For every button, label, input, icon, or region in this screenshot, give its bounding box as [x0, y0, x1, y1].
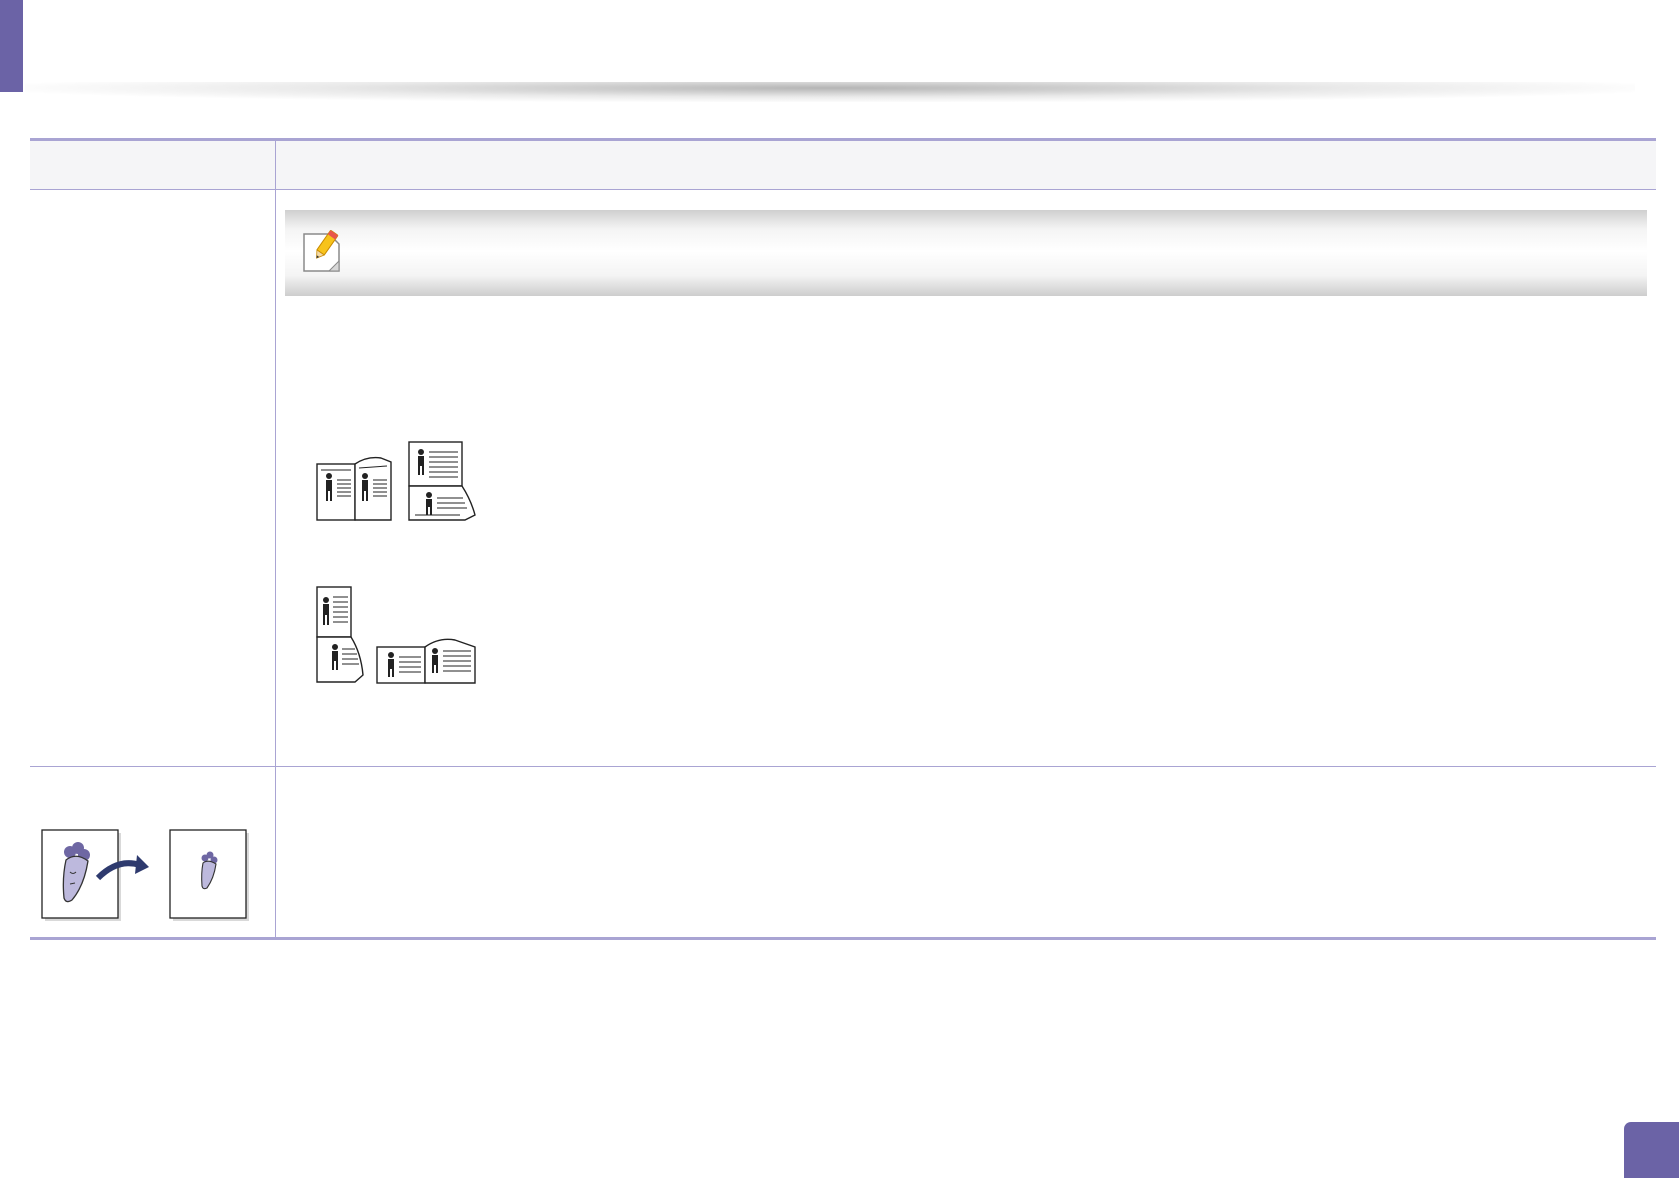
short-edge-flip-figure — [316, 586, 364, 683]
reduce-enlarge-icon — [41, 829, 249, 921]
note-box — [285, 210, 1647, 296]
page-number-badge — [1624, 1122, 1679, 1178]
table-column-divider — [275, 141, 276, 938]
note-pencil-icon — [303, 230, 340, 272]
chapter-tab — [0, 0, 23, 92]
table-header-row — [30, 141, 1656, 189]
double-sided-long-edge-icon — [316, 441, 476, 521]
header-divider — [25, 82, 1635, 102]
table-row-divider — [30, 766, 1656, 767]
short-edge-booklet-figure — [376, 638, 476, 684]
double-sided-short-edge-icon — [316, 586, 476, 684]
table-bottom-border — [30, 937, 1656, 940]
table-header-rule — [30, 189, 1656, 190]
long-edge-flip-figure — [408, 441, 476, 521]
long-edge-booklet-figure — [316, 456, 392, 521]
